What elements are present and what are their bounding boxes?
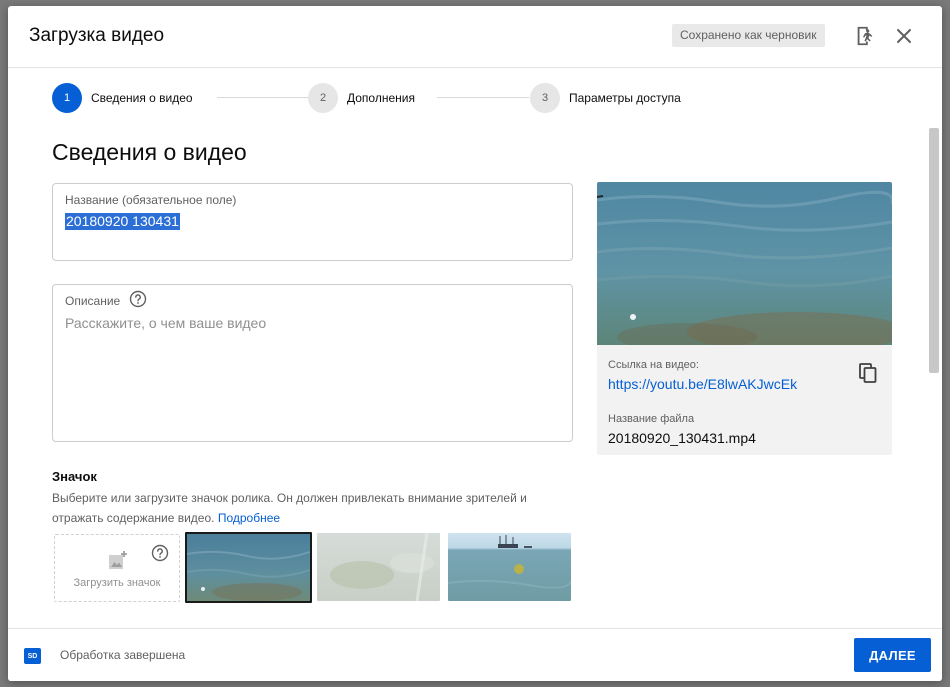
filename-value: 20180920_130431.mp4: [608, 430, 756, 446]
thumbnail-description-text: Выберите или загрузите значок ролика. Он…: [52, 491, 527, 525]
dialog-title: Загрузка видео: [29, 25, 165, 46]
step-number: 1: [52, 83, 82, 113]
thumbnail-option[interactable]: [448, 533, 571, 601]
step-number: 2: [308, 83, 338, 113]
thumbnail-image: [317, 533, 440, 601]
title-field-label: Название (обязательное поле): [65, 193, 237, 207]
draft-status-badge: Сохранено как черновик: [672, 24, 825, 47]
close-icon[interactable]: [891, 23, 917, 49]
learn-more-link[interactable]: Подробнее: [218, 511, 280, 525]
step-label: Сведения о видео: [91, 91, 193, 105]
step-number: 3: [530, 83, 560, 113]
upload-thumbnail-label: Загрузить значок: [73, 577, 161, 589]
step-connector: [437, 97, 529, 98]
dialog-header: Загрузка видео Сохранено как черновик: [8, 6, 942, 68]
video-preview[interactable]: [597, 182, 892, 345]
title-input-value[interactable]: 20180920 130431: [65, 213, 180, 230]
step-visibility[interactable]: 3 Параметры доступа: [530, 82, 681, 114]
help-icon[interactable]: [151, 544, 169, 562]
thumbnail-description: Выберите или загрузите значок ролика. Он…: [52, 488, 572, 528]
upload-dialog: Загрузка видео Сохранено как черновик 1 …: [8, 6, 942, 681]
description-field[interactable]: Описание Расскажите, о чем ваше видео: [52, 284, 573, 442]
thumbnail-image: [187, 534, 310, 601]
upload-stepper: 1 Сведения о видео 2 Дополнения 3 Параме…: [52, 82, 712, 114]
thumbnail-heading: Значок: [52, 469, 97, 484]
step-connector: [217, 97, 309, 98]
dialog-footer: SD Обработка завершена ДАЛЕЕ: [8, 628, 942, 681]
title-field[interactable]: Название (обязательное поле) 20180920 13…: [52, 183, 573, 261]
thumbnail-option[interactable]: [185, 532, 312, 603]
step-label: Дополнения: [347, 91, 415, 105]
video-link[interactable]: https://youtu.be/E8lwAKJwcEk: [608, 376, 797, 392]
section-heading: Сведения о видео: [52, 139, 247, 165]
scrollbar-thumb[interactable]: [929, 128, 939, 373]
upload-thumbnail-button[interactable]: Загрузить значок: [54, 534, 180, 602]
processing-status: Обработка завершена: [60, 648, 186, 662]
exit-icon[interactable]: [852, 23, 878, 49]
description-field-label: Описание: [65, 294, 121, 308]
filename-label: Название файла: [608, 413, 695, 425]
step-extras[interactable]: 2 Дополнения: [308, 82, 415, 114]
thumbnail-image: [448, 533, 571, 601]
description-placeholder[interactable]: Расскажите, о чем ваше видео: [65, 315, 266, 331]
video-link-label: Ссылка на видео:: [608, 359, 699, 371]
thumbnail-option[interactable]: [317, 533, 440, 601]
sd-quality-icon: SD: [24, 648, 41, 664]
video-preview-card: Ссылка на видео: https://youtu.be/E8lwAK…: [597, 182, 892, 455]
copy-icon[interactable]: [857, 362, 879, 384]
step-label: Параметры доступа: [569, 91, 681, 105]
help-icon[interactable]: [129, 290, 147, 308]
add-image-icon: [109, 551, 127, 569]
next-button[interactable]: ДАЛЕЕ: [854, 638, 931, 672]
step-details[interactable]: 1 Сведения о видео: [52, 82, 193, 114]
